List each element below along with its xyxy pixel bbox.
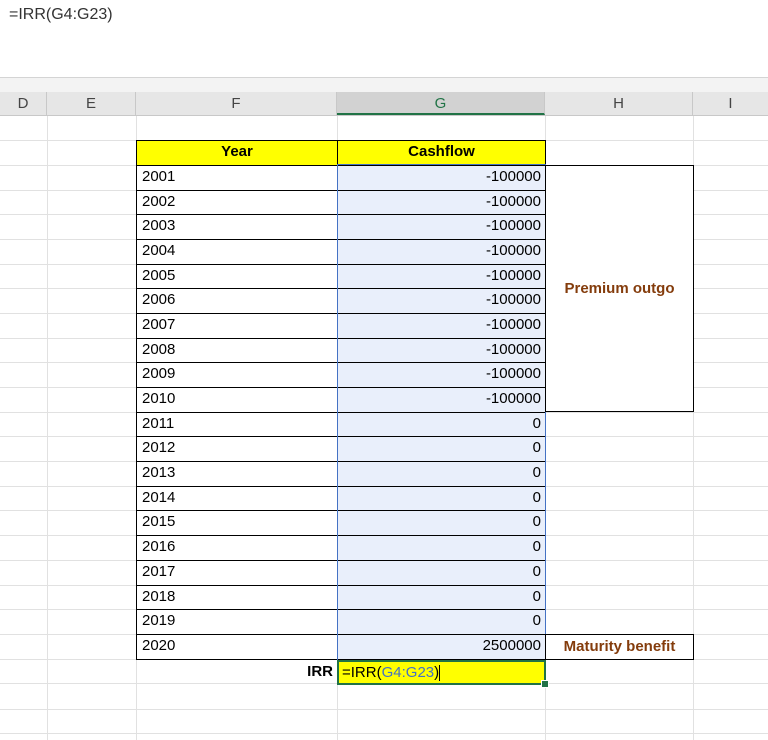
year-cell[interactable]: 2004 xyxy=(136,239,338,265)
irr-formula-prefix: =IRR( xyxy=(342,664,382,681)
maturity-benefit-label: Maturity benefit xyxy=(563,638,676,655)
sheet-grid[interactable]: Year Cashflow 2001 -100000 2002 -100000 … xyxy=(0,116,768,740)
gridline xyxy=(47,116,48,740)
text-cursor xyxy=(439,665,441,682)
cashflow-cell[interactable]: 0 xyxy=(337,436,546,462)
irr-label[interactable]: IRR xyxy=(136,660,337,684)
year-cell[interactable]: 2019 xyxy=(136,609,338,635)
year-cell[interactable]: 2010 xyxy=(136,387,338,413)
gridline xyxy=(0,733,768,734)
cashflow-cell[interactable]: -100000 xyxy=(337,165,546,191)
year-cell[interactable]: 2009 xyxy=(136,362,338,388)
cashflow-cell[interactable]: 0 xyxy=(337,412,546,437)
maturity-benefit-box[interactable]: Maturity benefit xyxy=(545,634,694,660)
year-cell[interactable]: 2002 xyxy=(136,190,338,215)
year-cell[interactable]: 2020 xyxy=(136,634,338,660)
year-cell[interactable]: 2016 xyxy=(136,535,338,561)
column-header-e[interactable]: E xyxy=(47,92,136,115)
gridline xyxy=(0,709,768,710)
fill-handle[interactable] xyxy=(541,680,549,688)
year-header[interactable]: Year xyxy=(136,140,338,166)
year-cell[interactable]: 2011 xyxy=(136,412,338,437)
cashflow-cell[interactable]: -100000 xyxy=(337,239,546,265)
cashflow-cell[interactable]: 0 xyxy=(337,510,546,536)
cashflow-cell[interactable]: 2500000 xyxy=(337,634,546,660)
cashflow-cell[interactable]: 0 xyxy=(337,585,546,610)
cashflow-cell[interactable]: -100000 xyxy=(337,190,546,215)
year-cell[interactable]: 2017 xyxy=(136,560,338,586)
cashflow-cell[interactable]: -100000 xyxy=(337,362,546,388)
formula-bar[interactable]: =IRR(G4:G23) xyxy=(0,0,768,78)
cashflow-cell[interactable]: -100000 xyxy=(337,338,546,363)
year-cell[interactable]: 2003 xyxy=(136,214,338,240)
column-header-d[interactable]: D xyxy=(0,92,47,115)
cashflow-cell[interactable]: 0 xyxy=(337,461,546,487)
column-header-h[interactable]: H xyxy=(545,92,693,115)
cashflow-cell[interactable]: -100000 xyxy=(337,264,546,289)
irr-formula-range: G4:G23 xyxy=(381,664,435,681)
year-cell[interactable]: 2013 xyxy=(136,461,338,487)
year-cell[interactable]: 2005 xyxy=(136,264,338,289)
cashflow-cell[interactable]: -100000 xyxy=(337,387,546,413)
cashflow-cell[interactable]: -100000 xyxy=(337,288,546,314)
cashflow-cell[interactable]: 0 xyxy=(337,535,546,561)
cashflow-cell[interactable]: -100000 xyxy=(337,214,546,240)
year-cell[interactable]: 2014 xyxy=(136,486,338,511)
formula-text[interactable]: =IRR(G4:G23) xyxy=(9,6,113,24)
year-cell[interactable]: 2008 xyxy=(136,338,338,363)
year-cell[interactable]: 2006 xyxy=(136,288,338,314)
year-cell[interactable]: 2015 xyxy=(136,510,338,536)
year-cell[interactable]: 2001 xyxy=(136,165,338,191)
year-cell[interactable]: 2018 xyxy=(136,585,338,610)
ribbon-gap xyxy=(0,78,768,92)
year-cell[interactable]: 2007 xyxy=(136,313,338,339)
column-header-f[interactable]: F xyxy=(136,92,337,115)
cashflow-cell[interactable]: 0 xyxy=(337,560,546,586)
column-header-i[interactable]: I xyxy=(693,92,768,115)
column-header-g[interactable]: G xyxy=(337,92,545,115)
cashflow-cell[interactable]: -100000 xyxy=(337,313,546,339)
cashflow-cell[interactable]: 0 xyxy=(337,486,546,511)
premium-outgo-box[interactable]: Premium outgo xyxy=(545,165,694,412)
column-headers: D E F G H I xyxy=(0,92,768,116)
irr-formula-cell[interactable]: =IRR(G4:G23) xyxy=(337,660,546,685)
premium-outgo-label: Premium outgo xyxy=(564,280,675,297)
cashflow-cell[interactable]: 0 xyxy=(337,609,546,635)
year-cell[interactable]: 2012 xyxy=(136,436,338,462)
cashflow-header[interactable]: Cashflow xyxy=(337,140,546,166)
